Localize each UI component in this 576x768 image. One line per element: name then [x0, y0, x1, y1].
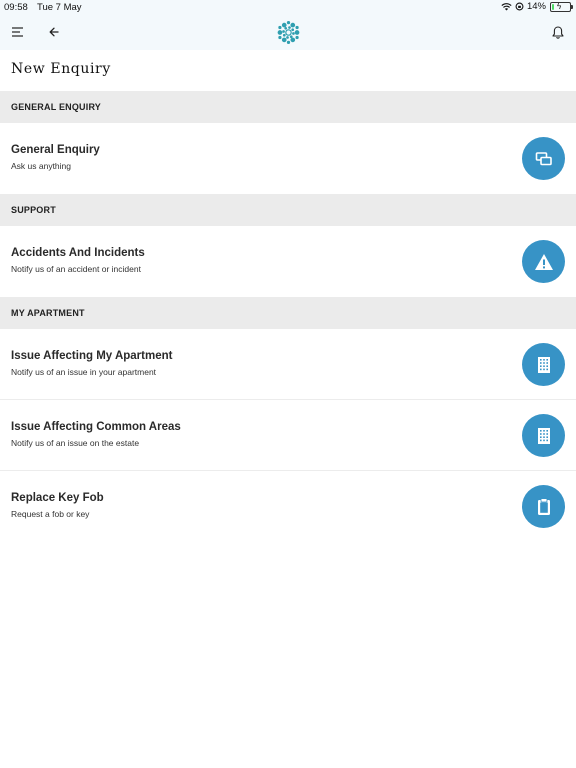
- logo-petal: [292, 32, 295, 35]
- logo-petal: [295, 35, 299, 40]
- list-item-issue-my-apartment[interactable]: Issue Affecting My Apartment Notify us o…: [0, 329, 576, 400]
- battery-icon: ϟ: [550, 1, 573, 12]
- list-item-replace-key-fob[interactable]: Replace Key Fob Request a fob or key: [0, 471, 576, 541]
- logo-petal: [281, 37, 287, 43]
- chat-bubbles-icon: [522, 137, 565, 180]
- clipboard-icon: [522, 485, 565, 528]
- building-icon: [522, 343, 565, 386]
- logo-petal: [282, 30, 285, 33]
- logo-petal: [286, 20, 291, 25]
- list-item-subtitle: Notify us of an issue on the estate: [11, 438, 140, 448]
- battery-percent: 14%: [526, 1, 546, 12]
- logo-petal: [284, 26, 288, 30]
- charging-bolt-icon: ϟ: [557, 1, 562, 11]
- logo-petal: [278, 25, 282, 30]
- list-item-subtitle: Request a fob or key: [11, 509, 90, 519]
- status-bar: 09:58 Tue 7 May 14% ϟ: [0, 0, 576, 14]
- status-indicators: 14% ϟ: [501, 1, 573, 12]
- list-item-subtitle: Ask us anything: [11, 161, 72, 171]
- list-item-title: Issue Affecting Common Areas: [11, 421, 181, 433]
- back-button[interactable]: [44, 22, 64, 42]
- list-item-issue-common-areas[interactable]: Issue Affecting Common Areas Notify us o…: [0, 400, 576, 471]
- logo-petal: [288, 26, 291, 29]
- page-title: New Enquiry: [11, 61, 111, 77]
- list-item-subtitle: Notify us of an issue in your apartment: [11, 367, 157, 377]
- logo-petal: [278, 35, 282, 40]
- logo-petal: [290, 22, 296, 28]
- notifications-button[interactable]: [548, 22, 568, 42]
- logo-petal: [282, 33, 286, 37]
- logo-petal: [281, 22, 287, 28]
- section-header-my-apartment: MY APARTMENT: [0, 297, 576, 329]
- list-item-title: Accidents And Incidents: [11, 247, 145, 259]
- logo-petal: [289, 35, 293, 39]
- list-item-subtitle: Notify us of an accident or incident: [11, 264, 141, 274]
- bell-icon: [552, 25, 564, 39]
- hamburger-icon: [12, 27, 23, 37]
- arrow-left-icon: [49, 27, 59, 37]
- top-navigation-bar: [0, 14, 576, 50]
- menu-button[interactable]: [8, 22, 28, 42]
- section-header-general-enquiry: GENERAL ENQUIRY: [0, 91, 576, 123]
- status-time: 09:58: [4, 2, 28, 13]
- logo-petal: [294, 30, 300, 35]
- orientation-lock-icon: [515, 2, 524, 11]
- status-date: Tue 7 May: [37, 2, 82, 13]
- flower-logo-icon[interactable]: [275, 19, 302, 46]
- logo-petal: [290, 37, 296, 43]
- logo-petal: [291, 28, 295, 32]
- warning-icon: [522, 240, 565, 283]
- building-icon: [522, 414, 565, 457]
- logo-petal: [277, 30, 283, 35]
- logo-petal: [295, 25, 299, 30]
- wifi-icon: [501, 3, 512, 11]
- list-item-accidents-and-incidents[interactable]: Accidents And Incidents Notify us of an …: [0, 226, 576, 296]
- logo-petal: [286, 40, 291, 45]
- list-item-title: Issue Affecting My Apartment: [11, 350, 173, 362]
- list-item-title: Replace Key Fob: [11, 492, 104, 504]
- list-item-general-enquiry[interactable]: General Enquiry Ask us anything: [0, 123, 576, 193]
- list-item-title: General Enquiry: [11, 144, 100, 156]
- logo-petal: [286, 36, 289, 39]
- section-header-support: SUPPORT: [0, 194, 576, 226]
- battery-level: [552, 3, 554, 10]
